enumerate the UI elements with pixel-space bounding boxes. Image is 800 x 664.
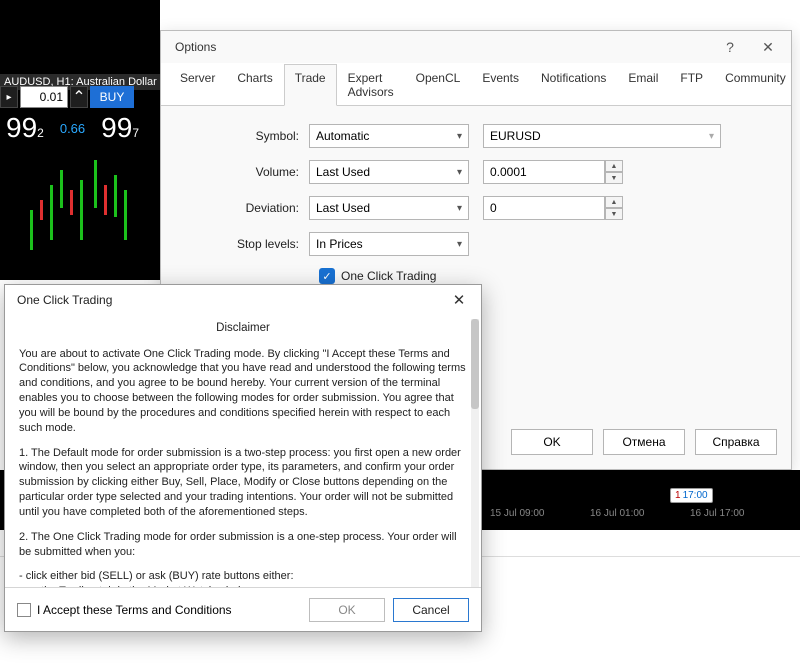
tab-trade[interactable]: Trade xyxy=(284,64,337,106)
sell-price[interactable]: 99 2 xyxy=(0,110,50,146)
options-buttons: OK Отмена Справка xyxy=(511,429,777,455)
bubble-seg: 1 xyxy=(675,490,681,501)
input-value: 0 xyxy=(490,201,497,215)
oct-paragraph-2: 1. The Default mode for order submission… xyxy=(19,446,467,520)
deviation-spinner[interactable]: ▲▼ xyxy=(605,196,623,220)
tab-server[interactable]: Server xyxy=(169,64,226,106)
ok-button[interactable]: OK xyxy=(511,429,593,455)
oct-paragraph-1: You are about to activate One Click Trad… xyxy=(19,347,467,436)
buy-price[interactable]: 99 7 xyxy=(95,110,145,146)
tab-community[interactable]: Community xyxy=(714,64,797,106)
oct-body: Disclaimer You are about to activate One… xyxy=(5,315,481,587)
tab-notifications[interactable]: Notifications xyxy=(530,64,617,106)
help-button[interactable]: Справка xyxy=(695,429,777,455)
tab-events[interactable]: Events xyxy=(471,64,530,106)
quick-trade-panel: ▸ ⌃ BUY xyxy=(0,86,134,108)
quick-trade-volume-input[interactable] xyxy=(20,86,68,108)
tab-charts[interactable]: Charts xyxy=(226,64,283,106)
oct-paragraph-3l1: - click either bid (SELL) or ask (BUY) r… xyxy=(19,569,467,584)
cancel-button[interactable]: Отмена xyxy=(603,429,685,455)
bubble-seg: 17:00 xyxy=(683,490,708,501)
select-value: In Prices xyxy=(316,237,363,251)
checkbox-unchecked-icon xyxy=(17,603,31,617)
select-value: Automatic xyxy=(316,129,369,143)
checkbox-checked-icon: ✓ xyxy=(319,268,335,284)
options-tabs: Server Charts Trade Expert Advisors Open… xyxy=(161,63,791,106)
label-deviation: Deviation: xyxy=(181,201,309,215)
time-mark: 16 Jul 01:00 xyxy=(590,508,645,519)
quick-trade-volume-stepper[interactable]: ⌃ xyxy=(70,86,88,108)
input-value: 0.0001 xyxy=(490,165,527,179)
price-right-big: 99 xyxy=(101,112,132,144)
oct-paragraph-3l2: - on the Trading tab in the Market Watch… xyxy=(19,584,467,587)
oct-paragraph-3: 2. The One Click Trading mode for order … xyxy=(19,530,467,560)
options-title: Options xyxy=(175,40,216,54)
quick-trade-toggle[interactable]: ▸ xyxy=(0,86,18,108)
options-titlebar[interactable]: Options ? ✕ xyxy=(161,31,791,63)
input-deviation[interactable]: 0 xyxy=(483,196,605,220)
options-form: Symbol: Automatic EURUSD Volume: Last Us… xyxy=(161,106,791,302)
price-left-sup: 2 xyxy=(37,126,44,140)
price-left-big: 99 xyxy=(6,112,37,144)
scroll-thumb[interactable] xyxy=(471,319,479,409)
price-mid: 0.66 xyxy=(60,121,85,136)
volume-spinner[interactable]: ▲▼ xyxy=(605,160,623,184)
tab-opencl[interactable]: OpenCL xyxy=(405,64,472,106)
select-volume-mode[interactable]: Last Used xyxy=(309,160,469,184)
oct-title-text: One Click Trading xyxy=(17,293,112,307)
select-deviation-mode[interactable]: Last Used xyxy=(309,196,469,220)
label-symbol: Symbol: xyxy=(181,129,309,143)
accept-label: I Accept these Terms and Conditions xyxy=(37,603,232,617)
tab-ftp[interactable]: FTP xyxy=(669,64,714,106)
price-panel: 99 2 0.66 99 7 xyxy=(0,110,145,146)
help-icon[interactable]: ? xyxy=(713,35,747,59)
input-value: EURUSD xyxy=(490,129,541,143)
time-mark: 15 Jul 09:00 xyxy=(490,508,545,519)
label-stop-levels: Stop levels: xyxy=(181,237,309,251)
price-right-sup: 7 xyxy=(132,126,139,140)
select-symbol-pair[interactable]: EURUSD xyxy=(483,124,721,148)
chart-area: USD,H1 AUDUSD, H1: Australian Dollar vs … xyxy=(0,0,160,280)
checkbox-label: One Click Trading xyxy=(341,269,436,283)
tab-email[interactable]: Email xyxy=(617,64,669,106)
oct-heading: Disclaimer xyxy=(19,321,467,337)
select-value: Last Used xyxy=(316,201,370,215)
one-click-trading-dialog: One Click Trading ✕ Disclaimer You are a… xyxy=(4,284,482,632)
select-stop-levels[interactable]: In Prices xyxy=(309,232,469,256)
close-icon[interactable]: ✕ xyxy=(445,289,473,311)
oct-titlebar[interactable]: One Click Trading ✕ xyxy=(5,285,481,315)
input-volume[interactable]: 0.0001 xyxy=(483,160,605,184)
oct-ok-button[interactable]: OK xyxy=(309,598,385,622)
accept-terms-checkbox[interactable]: I Accept these Terms and Conditions xyxy=(17,603,232,617)
one-click-trading-checkbox[interactable]: ✓ One Click Trading xyxy=(319,268,771,284)
label-volume: Volume: xyxy=(181,165,309,179)
buy-button[interactable]: BUY xyxy=(90,86,134,108)
scrollbar[interactable] xyxy=(471,319,479,587)
time-mark: 16 Jul 17:00 xyxy=(690,508,745,519)
select-symbol-mode[interactable]: Automatic xyxy=(309,124,469,148)
tab-expert-advisors[interactable]: Expert Advisors xyxy=(337,64,405,106)
close-icon[interactable]: ✕ xyxy=(751,35,785,59)
candlestick-chart xyxy=(0,150,160,280)
time-bubble-2: 1 17:00 xyxy=(670,488,713,503)
select-value: Last Used xyxy=(316,165,370,179)
oct-footer: I Accept these Terms and Conditions OK C… xyxy=(5,587,481,631)
oct-cancel-button[interactable]: Cancel xyxy=(393,598,469,622)
